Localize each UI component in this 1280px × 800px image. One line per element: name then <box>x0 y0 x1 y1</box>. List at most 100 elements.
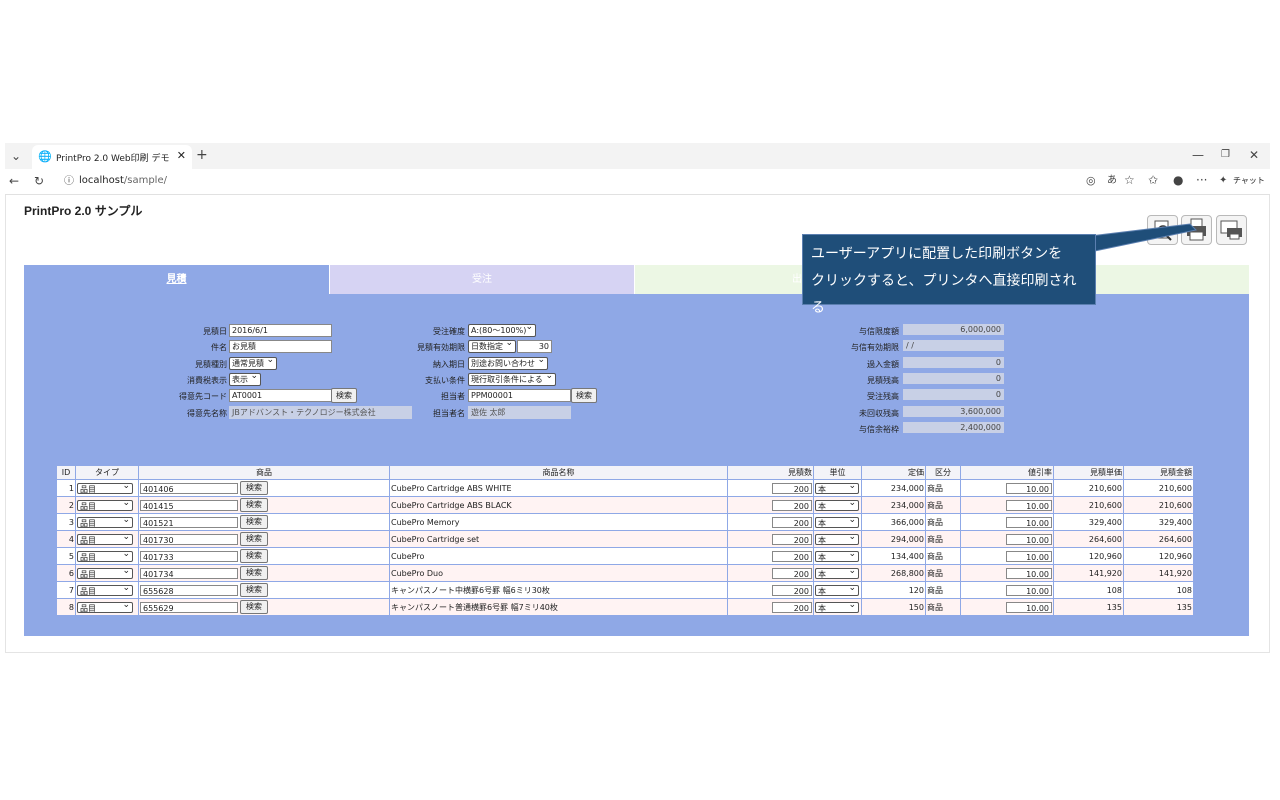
discount-input[interactable]: 10.00 <box>1006 482 1052 494</box>
product-code-input[interactable]: 401730 <box>140 533 238 545</box>
close-tab-icon[interactable]: ✕ <box>177 149 186 162</box>
cell-product-name: キャンパスノート中横罫6号罫 幅6ミリ30枚 <box>389 581 728 599</box>
site-info-icon[interactable]: ⓘ <box>64 175 74 189</box>
qty-input[interactable]: 200 <box>772 533 812 545</box>
product-code-input[interactable]: 655629 <box>140 601 238 613</box>
qty-input[interactable]: 200 <box>772 499 812 511</box>
back-icon[interactable]: ← <box>9 174 19 188</box>
payment-select[interactable]: 現行取引条件による <box>468 371 556 386</box>
chat-label[interactable]: チャット <box>1233 175 1265 186</box>
more-menu-icon[interactable]: ··· <box>1196 173 1207 187</box>
qty-input[interactable]: 200 <box>772 482 812 494</box>
reload-icon[interactable]: ↻ <box>34 174 44 188</box>
product-search-button[interactable]: 検索 <box>240 583 268 597</box>
staff-search-button[interactable]: 検索 <box>571 388 597 403</box>
cell-product-name: キャンパスノート普通横罫6号罫 幅7ミリ40枚 <box>389 598 728 616</box>
type-select[interactable]: 品目 <box>77 566 133 579</box>
window-close-icon[interactable]: ✕ <box>1249 148 1259 162</box>
unit-select[interactable]: 本 <box>815 532 859 545</box>
discount-input[interactable]: 10.00 <box>1006 499 1052 511</box>
type-select[interactable]: 品目 <box>77 515 133 528</box>
staff-input[interactable]: PPM00001 <box>468 389 571 402</box>
customer-code-input[interactable]: AT0001 <box>229 389 332 402</box>
favorite-star-icon[interactable]: ☆ <box>1124 173 1135 187</box>
cell-id: 5 <box>56 547 76 565</box>
copilot-icon[interactable]: ◎ <box>1086 174 1096 188</box>
profile-avatar-icon[interactable]: ● <box>1173 173 1183 187</box>
product-code-input[interactable]: 401415 <box>140 499 238 511</box>
tab-list-chevron-icon[interactable]: ⌄ <box>11 149 21 163</box>
product-search-button[interactable]: 検索 <box>240 566 268 580</box>
tab-quote[interactable]: 見積 <box>24 265 329 294</box>
valid-type-select[interactable]: 日数指定 <box>468 338 516 353</box>
unit-select[interactable]: 本 <box>815 566 859 579</box>
url-path: /sample/ <box>123 175 167 186</box>
staff-label: 担当者 <box>441 392 465 401</box>
tax-select[interactable]: 表示 <box>229 371 261 386</box>
cell-unit-price: 329,400 <box>1053 513 1124 531</box>
address-bar[interactable]: ⓘ localhost/sample/ <box>59 172 1144 191</box>
quote-type-select[interactable]: 通常見積 <box>229 355 277 370</box>
print-dialog-button[interactable] <box>1216 215 1247 245</box>
qty-input[interactable]: 200 <box>772 584 812 596</box>
order-balance-label: 受注残高 <box>867 392 899 401</box>
product-search-button[interactable]: 検索 <box>240 515 268 529</box>
qty-input[interactable]: 200 <box>772 601 812 613</box>
tab-order[interactable]: 受注 <box>330 265 634 294</box>
delivery-select[interactable]: 別途お問い合わせ <box>468 355 548 370</box>
table-row: 5品目401733検索CubePro200本134,400商品10.00120,… <box>56 547 1194 565</box>
product-code-input[interactable]: 401733 <box>140 550 238 562</box>
product-search-button[interactable]: 検索 <box>240 498 268 512</box>
product-code-input[interactable]: 401406 <box>140 482 238 494</box>
chat-icon[interactable]: ✦ <box>1219 174 1227 188</box>
staff-name-label: 担当者名 <box>433 409 465 418</box>
type-select[interactable]: 品目 <box>77 583 133 596</box>
subject-input[interactable]: お見積 <box>229 340 332 353</box>
type-select[interactable]: 品目 <box>77 498 133 511</box>
cell-type: 品目 <box>75 479 139 497</box>
unit-select[interactable]: 本 <box>815 481 859 494</box>
restore-icon[interactable]: ❐ <box>1221 148 1230 162</box>
unit-select[interactable]: 本 <box>815 515 859 528</box>
accuracy-select[interactable]: A:(80〜100%) <box>468 322 536 337</box>
product-code-input[interactable]: 655628 <box>140 584 238 596</box>
minimize-icon[interactable]: — <box>1192 148 1204 162</box>
discount-input[interactable]: 10.00 <box>1006 533 1052 545</box>
cell-discount: 10.00 <box>960 530 1054 548</box>
discount-input[interactable]: 10.00 <box>1006 550 1052 562</box>
discount-input[interactable]: 10.00 <box>1006 516 1052 528</box>
unit-select[interactable]: 本 <box>815 498 859 511</box>
date-input[interactable]: 2016/6/1 <box>229 324 332 337</box>
new-tab-icon[interactable]: + <box>196 148 208 162</box>
product-code-input[interactable]: 401521 <box>140 516 238 528</box>
product-search-button[interactable]: 検索 <box>240 532 268 546</box>
product-search-button[interactable]: 検索 <box>240 481 268 495</box>
product-search-button[interactable]: 検索 <box>240 600 268 614</box>
cell-division: 商品 <box>925 530 961 548</box>
type-select[interactable]: 品目 <box>77 600 133 613</box>
browser-tab[interactable]: 🌐 PrintPro 2.0 Web印刷 デモ ✕ <box>32 145 192 169</box>
valid-days-input[interactable]: 30 <box>517 340 552 353</box>
qty-input[interactable]: 200 <box>772 550 812 562</box>
qty-input[interactable]: 200 <box>772 567 812 579</box>
favorites-icon[interactable]: ✩ <box>1148 173 1158 187</box>
col-header-type: タイプ <box>75 465 139 480</box>
type-select[interactable]: 品目 <box>77 532 133 545</box>
discount-input[interactable]: 10.00 <box>1006 584 1052 596</box>
customer-search-button[interactable]: 検索 <box>331 388 357 403</box>
type-select[interactable]: 品目 <box>77 481 133 494</box>
unit-select[interactable]: 本 <box>815 600 859 613</box>
qty-input[interactable]: 200 <box>772 516 812 528</box>
cell-unit: 本 <box>813 496 862 514</box>
translate-icon[interactable]: あ <box>1107 174 1117 188</box>
product-search-button[interactable]: 検索 <box>240 549 268 563</box>
col-header-qty: 見積数 <box>727 465 814 480</box>
unit-select[interactable]: 本 <box>815 549 859 562</box>
col-header-discount: 値引率 <box>960 465 1054 480</box>
type-select[interactable]: 品目 <box>77 549 133 562</box>
product-code-input[interactable]: 401734 <box>140 567 238 579</box>
cell-price: 366,000 <box>861 513 926 531</box>
discount-input[interactable]: 10.00 <box>1006 567 1052 579</box>
discount-input[interactable]: 10.00 <box>1006 601 1052 613</box>
unit-select[interactable]: 本 <box>815 583 859 596</box>
